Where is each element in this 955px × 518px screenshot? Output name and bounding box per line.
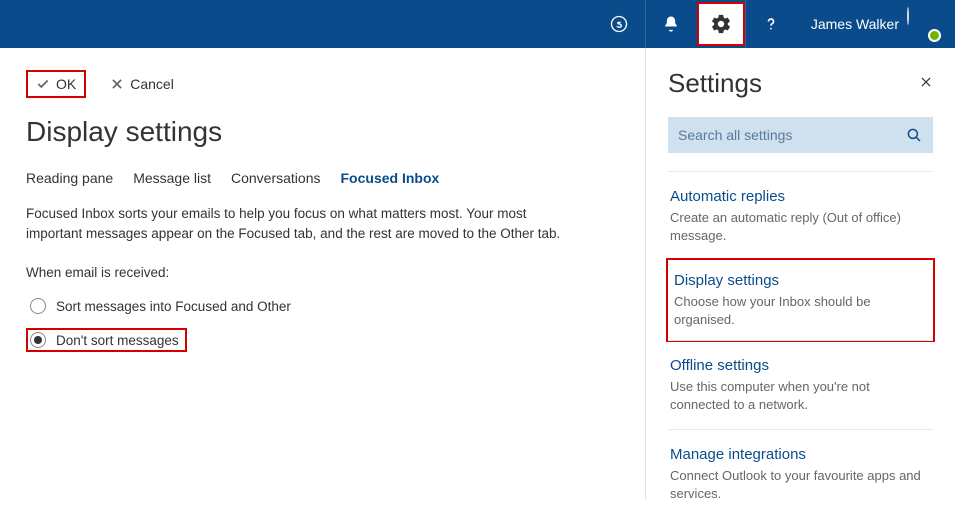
settings-item-desc: Connect Outlook to your favourite apps a… bbox=[670, 467, 933, 502]
settings-item-title: Manage integrations bbox=[670, 446, 933, 463]
received-label: When email is received: bbox=[26, 265, 619, 280]
close-icon bbox=[110, 77, 124, 91]
tab-message-list[interactable]: Message list bbox=[133, 170, 211, 186]
skype-icon bbox=[609, 14, 629, 34]
search-icon bbox=[905, 126, 923, 144]
radio-option-1[interactable]: Don't sort messages bbox=[26, 328, 187, 352]
settings-item-display-settings[interactable]: Display settings Choose how your Inbox sh… bbox=[666, 258, 935, 342]
page-title: Display settings bbox=[26, 116, 619, 148]
gear-icon bbox=[710, 13, 732, 35]
ok-label: OK bbox=[56, 76, 76, 92]
settings-item-automatic-replies[interactable]: Automatic replies Create an automatic rep… bbox=[668, 171, 933, 260]
radio-label: Sort messages into Focused and Other bbox=[56, 299, 291, 314]
check-icon bbox=[36, 77, 50, 91]
settings-item-title: Offline settings bbox=[670, 357, 933, 374]
close-panel-button[interactable] bbox=[919, 73, 933, 94]
settings-panel: Settings Automatic replies Create an auto… bbox=[645, 48, 955, 500]
tab-reading-pane[interactable]: Reading pane bbox=[26, 170, 113, 186]
topbar: James Walker bbox=[0, 0, 955, 48]
settings-item-desc: Create an automatic reply (Out of office… bbox=[670, 209, 933, 244]
username-label: James Walker bbox=[811, 16, 899, 32]
settings-title: Settings bbox=[668, 68, 762, 99]
settings-list: Automatic replies Create an automatic rep… bbox=[668, 171, 933, 518]
cancel-button[interactable]: Cancel bbox=[100, 70, 184, 98]
cancel-label: Cancel bbox=[130, 76, 174, 92]
help-icon bbox=[761, 14, 781, 34]
settings-item-desc: Use this computer when you're not connec… bbox=[670, 378, 933, 413]
radio-option-0[interactable]: Sort messages into Focused and Other bbox=[26, 294, 619, 318]
presence-badge bbox=[928, 29, 941, 42]
ok-button[interactable]: OK bbox=[26, 70, 86, 98]
main-panel: OK Cancel Display settings Reading pane M… bbox=[0, 48, 645, 500]
search-input[interactable] bbox=[678, 127, 905, 143]
tab-conversations[interactable]: Conversations bbox=[231, 170, 321, 186]
radio-group: Sort messages into Focused and Other Don'… bbox=[26, 294, 619, 362]
radio-icon bbox=[30, 332, 46, 348]
tab-focused-inbox[interactable]: Focused Inbox bbox=[341, 170, 440, 186]
notifications-button[interactable] bbox=[645, 0, 697, 48]
user-menu[interactable]: James Walker bbox=[797, 8, 947, 40]
tab-row: Reading pane Message list Conversations Foc… bbox=[26, 170, 619, 186]
radio-label: Don't sort messages bbox=[56, 333, 179, 348]
avatar bbox=[907, 8, 939, 40]
settings-item-offline-settings[interactable]: Offline settings Use this computer when y… bbox=[668, 340, 933, 429]
tab-description: Focused Inbox sorts your emails to help … bbox=[26, 204, 586, 243]
bell-icon bbox=[661, 14, 681, 34]
skype-button[interactable] bbox=[593, 0, 645, 48]
help-button[interactable] bbox=[745, 0, 797, 48]
settings-item-title: Automatic replies bbox=[670, 188, 933, 205]
settings-search[interactable] bbox=[668, 117, 933, 153]
settings-item-manage-integrations[interactable]: Manage integrations Connect Outlook to yo… bbox=[668, 429, 933, 518]
close-icon bbox=[919, 75, 933, 89]
settings-item-desc: Choose how your Inbox should be organise… bbox=[674, 293, 927, 328]
settings-button[interactable] bbox=[697, 2, 745, 46]
settings-item-title: Display settings bbox=[674, 272, 927, 289]
radio-icon bbox=[30, 298, 46, 314]
